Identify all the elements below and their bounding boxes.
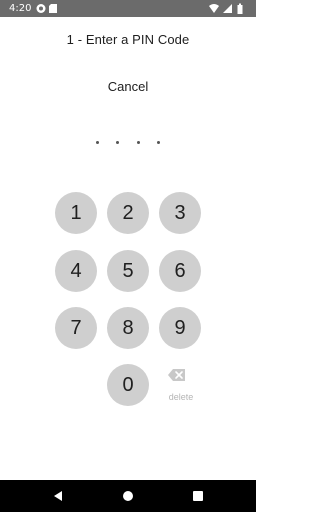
key-2[interactable]: 2 xyxy=(107,192,149,234)
pin-dot xyxy=(136,140,140,144)
key-5[interactable]: 5 xyxy=(107,250,149,292)
key-1[interactable]: 1 xyxy=(55,192,97,234)
pin-dot xyxy=(116,140,120,144)
back-icon[interactable] xyxy=(51,489,65,503)
delete-label: delete xyxy=(168,392,194,402)
status-bar: 4:20 xyxy=(0,0,256,17)
key-6[interactable]: 6 xyxy=(159,250,201,292)
pin-indicator xyxy=(96,137,160,147)
status-left-icons xyxy=(36,4,57,13)
cancel-button[interactable]: Cancel xyxy=(90,79,166,97)
signal-icon xyxy=(223,4,232,13)
key-8[interactable]: 8 xyxy=(107,307,149,349)
key-7[interactable]: 7 xyxy=(55,307,97,349)
key-4[interactable]: 4 xyxy=(55,250,97,292)
pin-dot xyxy=(96,140,99,144)
key-0[interactable]: 0 xyxy=(107,364,149,406)
wifi-icon xyxy=(209,4,219,13)
home-icon[interactable] xyxy=(121,489,135,503)
notification-icon xyxy=(36,4,46,13)
battery-icon xyxy=(237,3,243,14)
pin-dot xyxy=(156,140,160,144)
backspace-icon xyxy=(168,369,185,381)
sd-card-icon xyxy=(49,4,57,13)
navigation-bar xyxy=(0,480,256,512)
status-right-icons xyxy=(209,3,243,14)
page-title: 1 - Enter a PIN Code xyxy=(66,32,190,47)
delete-button[interactable]: delete xyxy=(160,368,202,406)
recents-icon[interactable] xyxy=(191,489,205,503)
status-time: 4:20 xyxy=(9,3,32,14)
key-3[interactable]: 3 xyxy=(159,192,201,234)
key-9[interactable]: 9 xyxy=(159,307,201,349)
